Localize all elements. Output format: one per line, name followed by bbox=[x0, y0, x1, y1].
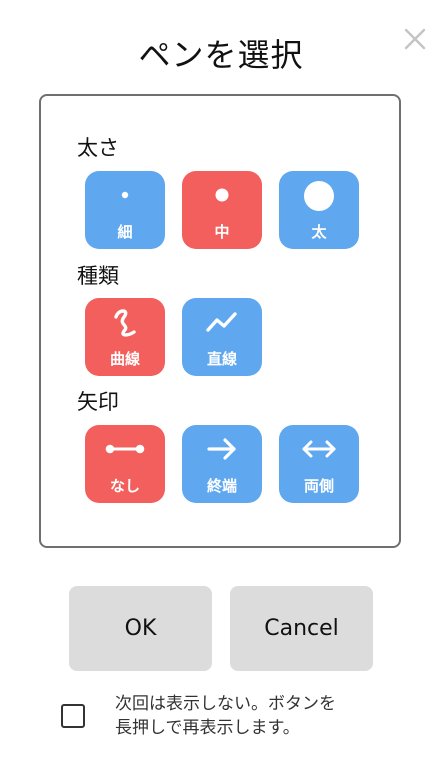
arrow-none-button[interactable]: なし bbox=[85, 425, 165, 503]
arrow-both-button[interactable]: 両側 bbox=[279, 425, 359, 503]
arrow-label: 矢印 bbox=[77, 390, 119, 414]
curve-icon bbox=[85, 298, 165, 346]
zigzag-line-icon bbox=[182, 298, 262, 346]
double-arrow-icon bbox=[279, 425, 359, 473]
type-straight-label: 直線 bbox=[206, 350, 237, 368]
dont-show-note-line2: 長押しで再表示します。 bbox=[115, 718, 300, 738]
thickness-thick-button[interactable]: 太 bbox=[279, 171, 359, 249]
type-straight-button[interactable]: 直線 bbox=[182, 298, 262, 376]
thickness-label: 太さ bbox=[77, 136, 119, 160]
thickness-thick-label: 太 bbox=[311, 223, 327, 241]
thickness-medium-label: 中 bbox=[214, 223, 230, 241]
ok-button[interactable]: OK bbox=[69, 586, 212, 671]
arrow-none-label: なし bbox=[109, 477, 140, 495]
type-label: 種類 bbox=[77, 264, 119, 288]
right-arrow-icon bbox=[182, 425, 262, 473]
dont-show-checkbox[interactable] bbox=[61, 704, 85, 728]
pen-options-panel: 太さ 細 中 太 種類 曲線 直線 矢印 なし 終端 両側 bbox=[39, 94, 401, 548]
thickness-medium-button[interactable]: 中 bbox=[182, 171, 262, 249]
close-button[interactable] bbox=[398, 22, 432, 56]
arrow-both-label: 両側 bbox=[303, 477, 334, 495]
small-dot-icon bbox=[85, 171, 165, 219]
medium-dot-icon bbox=[182, 171, 262, 219]
type-curve-button[interactable]: 曲線 bbox=[85, 298, 165, 376]
dont-show-note-line1: 次回は表示しない。ボタンを bbox=[115, 694, 336, 714]
dialog-title: ペンを選択 bbox=[138, 36, 304, 74]
thickness-thin-label: 細 bbox=[117, 223, 133, 241]
arrow-end-button[interactable]: 終端 bbox=[182, 425, 262, 503]
close-icon bbox=[404, 28, 426, 50]
large-dot-icon bbox=[279, 171, 359, 219]
arrow-end-label: 終端 bbox=[206, 477, 237, 495]
type-curve-label: 曲線 bbox=[109, 350, 140, 368]
dont-show-note: 次回は表示しない。ボタンを 長押しで再表示します。 bbox=[115, 692, 415, 740]
no-arrow-line-icon bbox=[85, 425, 165, 473]
thickness-thin-button[interactable]: 細 bbox=[85, 171, 165, 249]
cancel-button[interactable]: Cancel bbox=[230, 586, 373, 671]
